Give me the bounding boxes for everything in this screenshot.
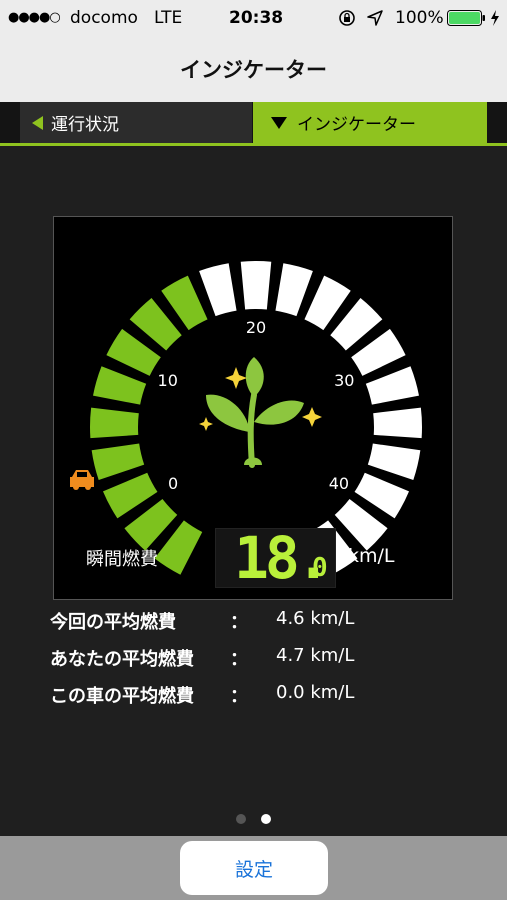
stat-label: この車の平均燃費 [50,686,194,707]
stat-value: 4.6 km/L [276,608,355,629]
gauge-tick-label: 10 [158,371,178,390]
average-fuel-economy-list: 今回の平均燃費 ： 4.6 km/L あなたの平均燃費 ： 4.7 km/L こ… [50,608,470,719]
tab-label: インジケーター [297,115,416,135]
gauge-segment [199,263,237,317]
battery-icon [447,10,485,26]
page-dot[interactable] [261,814,271,824]
stat-colon: ： [230,686,248,707]
instant-fuel-economy-label: 瞬間燃費 [86,549,158,570]
gauge-segment [373,407,422,439]
gauge-segment [240,261,272,310]
stat-value: 4.7 km/L [276,645,355,666]
car-icon [70,470,94,490]
stat-colon: ： [230,612,248,633]
tab-label: 運行状況 [51,115,119,135]
gauge-tick-label: 0 [168,474,178,493]
page-dot[interactable] [236,814,246,824]
status-bar: ●●●●○ docomo LTE 20:38 100% [0,0,507,36]
stat-row-your-average: あなたの平均燃費 ： 4.7 km/L [50,645,470,682]
navigation-bar: インジケーター [0,36,507,103]
gauge-segment [275,263,313,317]
gauge-segment [91,443,145,480]
bottom-toolbar: 設定 [0,836,507,900]
instant-fuel-economy-decimal: 0 [312,553,328,583]
gauge-tick-label: 40 [329,474,349,493]
stat-row-vehicle-average: この車の平均燃費 ： 0.0 km/L [50,682,470,719]
tab-bar: 運行状況 インジケーター [0,102,507,146]
location-arrow-icon [367,10,383,26]
page-indicator[interactable] [236,814,276,824]
tab-underline [0,143,507,146]
stat-label: あなたの平均燃費 [50,649,194,670]
gauge-tick-label: 20 [246,318,266,337]
charging-bolt-icon [491,10,499,26]
instant-fuel-economy-unit: km/L [348,545,395,567]
fuel-economy-gauge-panel: 0 10 20 30 40 瞬間燃費 18. 0 km/L [53,216,453,600]
triangle-left-icon [32,115,43,130]
plant-sparkle-icon [199,357,322,468]
gauge-segment [93,366,147,405]
stat-colon: ： [230,649,248,670]
gauge-segment [90,407,139,439]
gauge-segment [365,366,419,405]
gauge-tick-label: 30 [334,371,354,390]
triangle-down-icon [271,116,287,129]
settings-button[interactable]: 設定 [180,841,328,895]
network-type: LTE [154,8,183,28]
settings-button-label: 設定 [234,858,273,881]
rotation-lock-icon [339,10,355,26]
stat-label: 今回の平均燃費 [50,612,176,633]
stat-row-this-trip: 今回の平均燃費 ： 4.6 km/L [50,608,470,645]
carrier-name: docomo [70,8,138,28]
signal-strength-icon: ●●●●○ [8,10,61,25]
tab-operation-status[interactable]: 運行状況 [20,102,252,143]
gauge-segment [367,443,421,480]
battery-percent: 100% [395,8,444,28]
tab-indicator[interactable]: インジケーター [253,102,487,143]
clock: 20:38 [229,8,284,28]
lcd-display: 18. 0 [215,525,336,591]
page-title: インジケーター [180,58,327,82]
stat-value: 0.0 km/L [276,682,355,703]
